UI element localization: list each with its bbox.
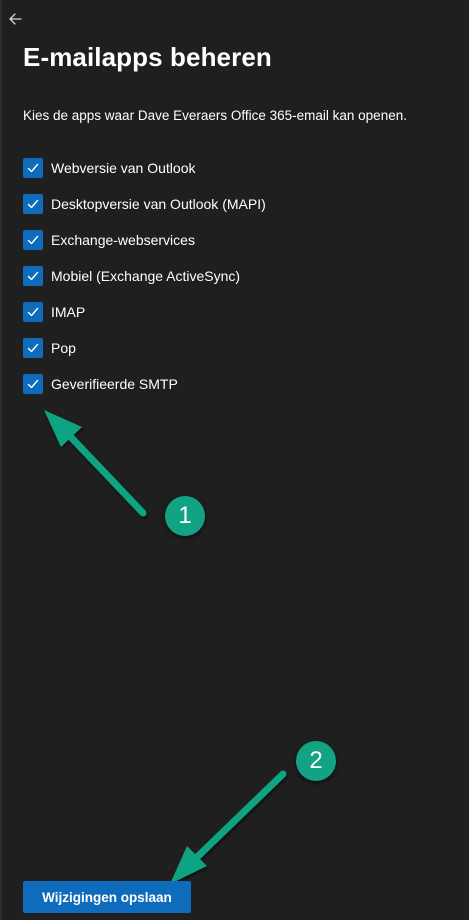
app-option-label: Pop bbox=[51, 340, 76, 356]
annotation-arrow-2 bbox=[170, 770, 287, 884]
annotation-badge-2: 2 bbox=[296, 741, 336, 781]
app-option-label: Desktopversie van Outlook (MAPI) bbox=[51, 196, 266, 212]
checkbox[interactable] bbox=[23, 374, 43, 394]
app-option-activesync[interactable]: Mobiel (Exchange ActiveSync) bbox=[23, 266, 266, 286]
email-app-list: Webversie van Outlook Desktopversie van … bbox=[23, 158, 266, 410]
panel-edge bbox=[0, 0, 2, 920]
app-option-exchange-webservices[interactable]: Exchange-webservices bbox=[23, 230, 266, 250]
page-title: E-mailapps beheren bbox=[23, 42, 272, 72]
checkmark-icon bbox=[27, 163, 39, 173]
app-option-pop[interactable]: Pop bbox=[23, 338, 266, 358]
checkbox[interactable] bbox=[23, 266, 43, 286]
save-changes-button[interactable]: Wijzigingen opslaan bbox=[23, 881, 191, 913]
page-description: Kies de apps waar Dave Everaers Office 3… bbox=[23, 108, 407, 123]
annotation-arrow-1 bbox=[44, 410, 147, 517]
checkbox[interactable] bbox=[23, 194, 43, 214]
checkmark-icon bbox=[27, 199, 39, 209]
app-option-imap[interactable]: IMAP bbox=[23, 302, 266, 322]
checkmark-icon bbox=[27, 307, 39, 317]
app-option-outlook-desktop[interactable]: Desktopversie van Outlook (MAPI) bbox=[23, 194, 266, 214]
app-option-label: Exchange-webservices bbox=[51, 232, 195, 248]
arrow-left-icon bbox=[9, 13, 22, 25]
checkbox[interactable] bbox=[23, 302, 43, 322]
app-option-smtp[interactable]: Geverifieerde SMTP bbox=[23, 374, 266, 394]
checkbox[interactable] bbox=[23, 338, 43, 358]
app-option-label: Mobiel (Exchange ActiveSync) bbox=[51, 268, 241, 284]
app-option-label: IMAP bbox=[51, 304, 86, 320]
checkbox[interactable] bbox=[23, 230, 43, 250]
app-option-label: Geverifieerde SMTP bbox=[51, 376, 178, 392]
annotation-arrows bbox=[44, 410, 287, 884]
checkbox[interactable] bbox=[23, 158, 43, 178]
checkmark-icon bbox=[27, 235, 39, 245]
back-button[interactable] bbox=[6, 9, 26, 29]
checkmark-icon bbox=[27, 379, 39, 389]
annotation-badge-1: 1 bbox=[165, 496, 205, 536]
app-option-outlook-web[interactable]: Webversie van Outlook bbox=[23, 158, 266, 178]
checkmark-icon bbox=[27, 343, 39, 353]
checkmark-icon bbox=[27, 271, 39, 281]
app-option-label: Webversie van Outlook bbox=[51, 160, 196, 176]
